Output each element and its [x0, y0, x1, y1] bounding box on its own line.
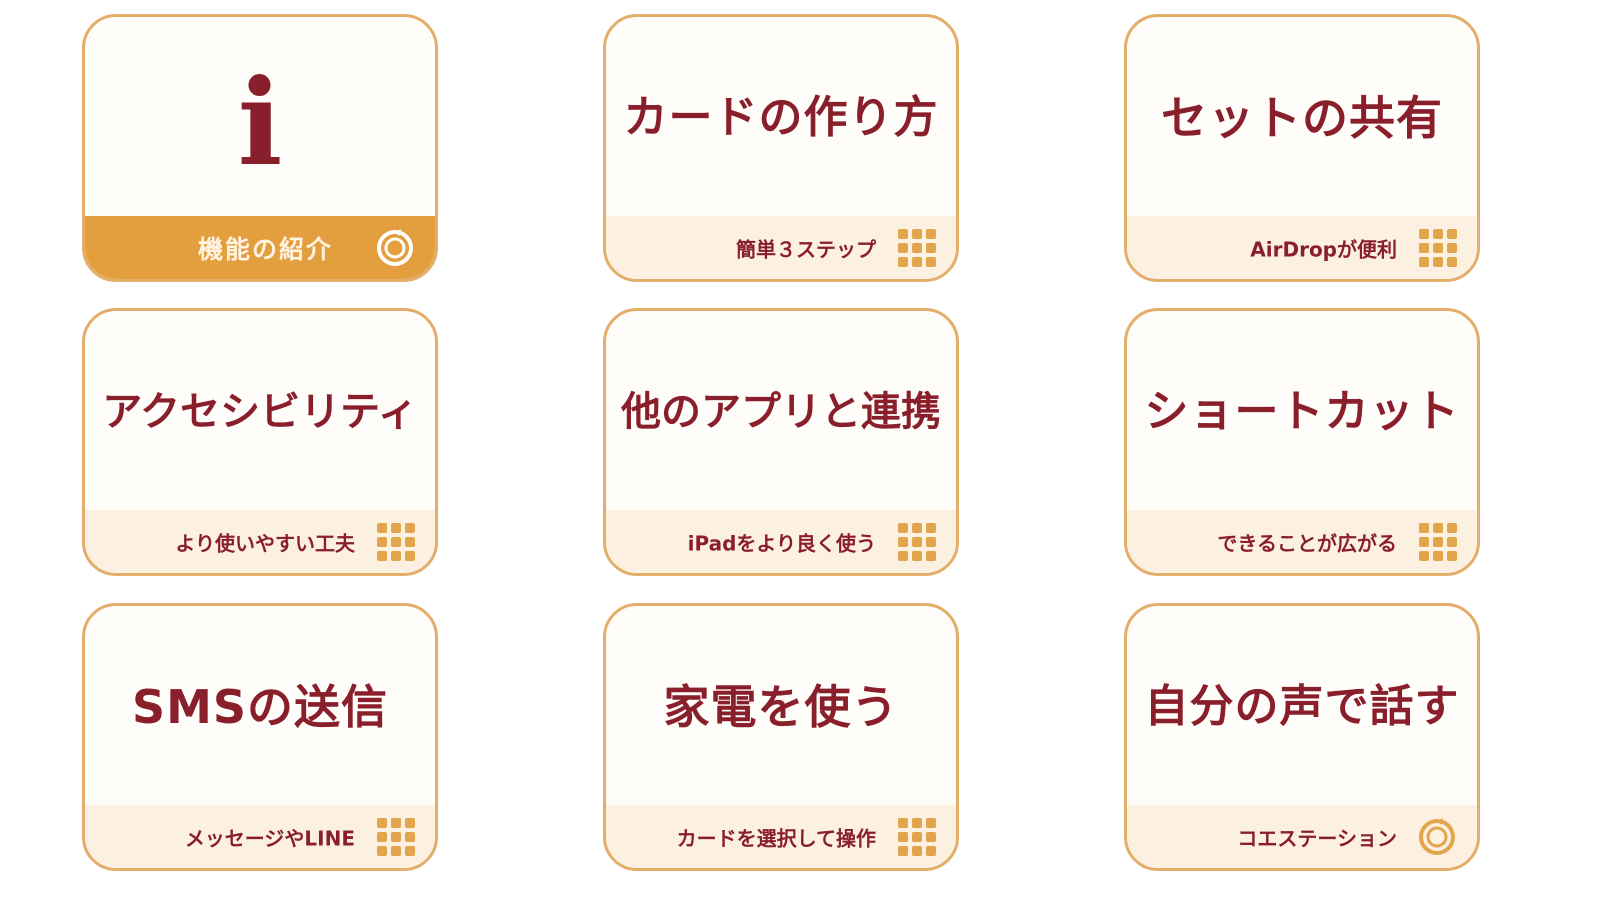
tile-footer: コエステーション	[1127, 805, 1477, 868]
tile-footer: AirDropが便利	[1127, 216, 1477, 279]
tile-shortcuts[interactable]: ショートカット できることが広がる	[1124, 308, 1480, 576]
refresh-ring-icon	[1419, 817, 1455, 855]
tile-title: 家電を使う	[663, 680, 899, 734]
tile-feature-intro[interactable]: i 機能の紹介	[82, 14, 438, 282]
tile-footer: 簡単３ステップ	[606, 216, 956, 279]
grid-icon	[377, 522, 415, 561]
grid-icon	[898, 522, 936, 561]
tile-subtitle: メッセージやLINE	[184, 826, 355, 850]
tile-title: セットの共有	[1161, 91, 1443, 145]
tile-title: SMSの送信	[131, 680, 389, 734]
tile-subtitle: できることが広がる	[1217, 531, 1397, 555]
info-icon: i	[237, 53, 283, 192]
tile-subtitle: 簡単３ステップ	[736, 237, 876, 261]
tile-card-creation[interactable]: カードの作り方 簡単３ステップ	[603, 14, 959, 282]
tile-subtitle: コエステーション	[1237, 826, 1397, 850]
tile-title: アクセシビリティ	[102, 389, 418, 435]
tile-accessibility[interactable]: アクセシビリティ より使いやすい工夫	[82, 308, 438, 576]
tile-app-integration[interactable]: 他のアプリと連携 iPadをより良く使う	[603, 308, 959, 576]
tile-subtitle: カードを選択して操作	[676, 826, 876, 850]
tile-set-sharing[interactable]: セットの共有 AirDropが便利	[1124, 14, 1480, 282]
tile-subtitle: AirDropが便利	[1250, 237, 1397, 261]
grid-icon	[377, 817, 415, 856]
refresh-ring-icon	[377, 228, 413, 266]
tile-subtitle: より使いやすい工夫	[175, 531, 355, 555]
tile-title: カードの作り方	[623, 92, 939, 143]
tile-footer: カードを選択して操作	[606, 805, 956, 868]
tile-title: ショートカット	[1144, 386, 1460, 437]
tile-title: 自分の声で話す	[1144, 681, 1460, 732]
tile-appliances[interactable]: 家電を使う カードを選択して操作	[603, 603, 959, 871]
tile-footer: 機能の紹介	[85, 216, 435, 279]
grid-icon	[898, 228, 936, 267]
tile-footer: できることが広がる	[1127, 510, 1477, 573]
tile-sms[interactable]: SMSの送信 メッセージやLINE	[82, 603, 438, 871]
grid-icon	[898, 817, 936, 856]
tile-subtitle: 機能の紹介	[197, 234, 333, 264]
menu-grid: i 機能の紹介 カードの作り方 簡単３ステップ セットの共有 AirDropが便…	[0, 0, 1599, 900]
grid-icon	[1419, 522, 1457, 561]
tile-footer: iPadをより良く使う	[606, 510, 956, 573]
tile-subtitle: iPadをより良く使う	[687, 531, 876, 555]
tile-own-voice[interactable]: 自分の声で話す コエステーション	[1124, 603, 1480, 871]
tile-footer: メッセージやLINE	[85, 805, 435, 868]
tile-title: 他のアプリと連携	[621, 389, 941, 435]
grid-icon	[1419, 228, 1457, 267]
tile-footer: より使いやすい工夫	[85, 510, 435, 573]
